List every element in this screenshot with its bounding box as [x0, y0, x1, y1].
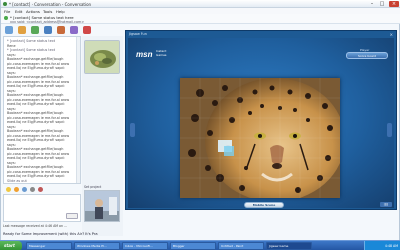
sender-line: Slide as out [7, 178, 27, 183]
left-handle[interactable] [130, 123, 135, 137]
score-board-button[interactable]: Score board [346, 52, 388, 59]
message-line: says: [7, 52, 16, 57]
last-message-status: Last message received at 4:46 AM on ... [3, 224, 68, 228]
conversation-scrollbar[interactable] [76, 37, 80, 183]
message-line: exed.lloj ne ElgJFuma.dyraf! sapd: [7, 120, 65, 124]
system-tray: 4:48 AM [364, 241, 400, 250]
message-line: pic.cosa.exemagen ie me.for.al arow [7, 133, 70, 138]
jigsaw-puzzle-image[interactable] [180, 78, 340, 198]
message-line: Boolean* exchange.getFile(tough [7, 75, 64, 79]
share-files-icon[interactable] [18, 26, 26, 34]
title-bar: * [contact] · Conversation - Conversatio… [1, 0, 400, 8]
taskbar-button[interactable]: Untitled - Paint [218, 242, 264, 250]
contact-display-picture[interactable] [84, 40, 120, 74]
taskbar: start Messenger Windows Media Pl... Inbox … [0, 240, 400, 250]
activities-icon[interactable] [57, 26, 65, 34]
instant-games-logo: Instant Games [156, 49, 167, 57]
message-line: says: [7, 88, 16, 93]
emoticon-icon[interactable] [6, 187, 11, 192]
message-line: exed.lloj ne ElgJFuma.dyraf! sapd: [7, 138, 65, 142]
close-button[interactable]: × [389, 1, 399, 7]
my-display-picture[interactable] [84, 190, 120, 222]
maximize-button[interactable]: □ [378, 1, 386, 7]
message-line: says: [7, 160, 16, 165]
nudge-icon[interactable] [22, 187, 27, 192]
webcam-label: Set project [84, 185, 102, 189]
conversation-history[interactable]: * [contact] Some status text Rene * [cont… [3, 36, 81, 184]
video-icon[interactable] [31, 26, 39, 34]
taskbar-button[interactable]: Inbox - Microsoft... [122, 242, 168, 250]
message-line: says: [7, 142, 16, 147]
message-line: says: [7, 106, 16, 111]
contact-email: xxx said: <contact_address@hotmail.com> [10, 19, 85, 24]
msn-logo: msn [136, 50, 153, 59]
send-button[interactable] [66, 213, 78, 219]
games-icon[interactable] [70, 26, 78, 34]
ad-banner[interactable]: Ready for Some Improvement (with) this A… [3, 232, 123, 238]
game-footer: Mobile Scene ||||| [130, 200, 396, 208]
mobile-scene-logo[interactable]: Mobile Scene [244, 202, 284, 208]
message-line: exed.lloj ne ElgJFuma.dyraf! sapd: [7, 84, 65, 88]
window-title: * [contact] · Conversation - Conversatio… [9, 1, 92, 7]
sender-line: * [contact] Some status text [7, 39, 56, 43]
game-options-button[interactable]: ||||| [380, 202, 392, 207]
minimize-button[interactable]: – [368, 1, 376, 7]
message-line: Rene [7, 43, 16, 48]
background-icon[interactable] [38, 187, 43, 192]
sender-line: * [contact] Some status text [7, 48, 56, 52]
message-line: Boolean* exchange.getFile(tough [7, 165, 64, 169]
message-line: Boolean* exchange.getFile(tough [7, 129, 64, 133]
presence-icon [4, 16, 8, 20]
message-line: pic.cosa.exemagen ie me.for.al arow [7, 61, 70, 66]
message-line: Boolean* exchange.getFile(tough [7, 57, 64, 61]
message-line: pic.cosa.exemagen ie me.for.al arow [7, 115, 70, 120]
block-icon[interactable] [83, 26, 91, 34]
message-line: exed.lloj ne ElgJFuma.dyraf! sapd: [7, 102, 65, 106]
message-line: pic.cosa.exemagen ie me.for.al arow [7, 79, 70, 84]
conversation-toolbar [1, 25, 123, 35]
clock: 4:48 AM [384, 244, 398, 248]
message-line: Boolean* exchange.getFile(tough [7, 147, 64, 151]
message-line: Boolean* exchange.getFile(tough [7, 93, 64, 97]
message-line: exed.lloj ne ElgJFuma.dyraf! sapd: [7, 156, 65, 160]
game-board: msn Instant Games Player Score board Mob… [128, 38, 394, 208]
message-line: pic.cosa.exemagen ie me.for.al arow [7, 97, 70, 102]
game-panel: Jigsaw Fun × msn Instant Games Player Sc… [125, 30, 397, 210]
message-input[interactable] [3, 194, 81, 222]
taskbar-button[interactable]: Blogger [170, 242, 216, 250]
game-close-icon[interactable]: × [390, 32, 393, 37]
message-line: pic.cosa.exemagen ie me.for.al arow [7, 151, 70, 156]
taskbar-button[interactable]: Messenger [26, 242, 72, 250]
game-panel-title: Jigsaw Fun [129, 32, 147, 36]
start-button[interactable]: start [0, 241, 22, 250]
invite-icon[interactable] [5, 26, 13, 34]
message-line: says: [7, 124, 16, 129]
message-line: says: [7, 70, 16, 75]
contact-header: * [contact] Some status text here xxx sa… [1, 14, 400, 24]
message-line: Boolean* exchange.getFile(tough [7, 111, 64, 115]
message-line: pic.cosa.exemagen ie me.for.al arow [7, 169, 70, 174]
taskbar-button[interactable]: Windows Media Pl... [74, 242, 120, 250]
font-icon[interactable] [30, 187, 35, 192]
right-handle[interactable] [387, 123, 392, 137]
taskbar-button[interactable]: Jigsaw Game [266, 242, 312, 250]
wink-icon[interactable] [14, 187, 19, 192]
messenger-window: * [contact] · Conversation - Conversatio… [0, 0, 400, 240]
message-line: exed.lloj ne ElgJFuma.dyraf! sapd: [7, 66, 65, 70]
message-line: exed.lloj ne ElgJFuma.dyraf! sapd: [7, 174, 65, 178]
input-toolbar [3, 186, 81, 193]
messenger-icon [3, 2, 7, 6]
call-icon[interactable] [44, 26, 52, 34]
